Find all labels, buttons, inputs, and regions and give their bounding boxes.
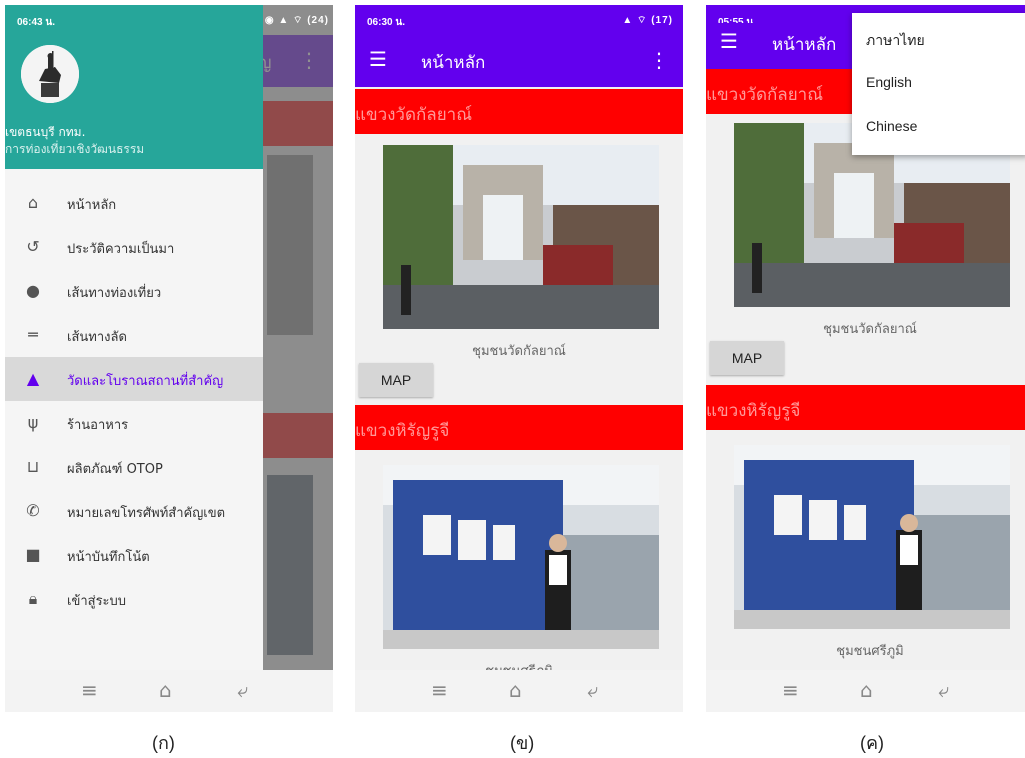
history-icon: ↺ — [26, 237, 40, 256]
hamburger-menu-icon[interactable]: ☰ — [720, 31, 738, 51]
back-nav-icon[interactable]: ⤶ — [237, 678, 248, 702]
app-title: หน้าหลัก — [421, 53, 486, 72]
menu-item-label: วัดและโบราณสถานที่สำคัญ — [67, 374, 224, 389]
community-photo-sriphum — [734, 445, 1010, 629]
menu-item-label: เส้นทางลัด — [67, 330, 127, 345]
menu-option-chinese[interactable]: Chinese — [852, 105, 1025, 149]
phone-screen-home: 06:30 น. ▲ ⌔ (17) ☰ หน้าหลัก ⋮ แขวงวัดกั… — [355, 5, 683, 712]
drawer-header: 06:43 น. เขตธนบุรี กทม. การท่องเที่ยวเชิ… — [5, 5, 263, 169]
menu-nav-icon[interactable]: ≡ — [431, 678, 448, 702]
status-time: 06:30 น. — [367, 17, 405, 28]
home-nav-icon[interactable]: ⌂ — [860, 678, 873, 702]
note-icon: ■ — [25, 545, 41, 564]
system-nav-bar: ≡ ⌂ ⤶ — [706, 670, 1025, 712]
menu-item-label: เส้นทางท่องเที่ยว — [67, 286, 162, 301]
community-photo-wat-kalaya — [383, 145, 659, 329]
section-header: แขวงหิรัญรูจี — [355, 405, 683, 450]
location-pin-icon: ● — [26, 281, 40, 300]
menu-nav-icon[interactable]: ≡ — [81, 678, 98, 702]
menu-option-label: ภาษาไทย — [866, 32, 925, 48]
app-bar: ☰ หน้าหลัก ⋮ — [355, 35, 683, 87]
system-nav-bar: ≡ ⌂ ⤶ — [355, 670, 683, 712]
avatar — [21, 45, 79, 103]
menu-option-label: Chinese — [866, 118, 918, 134]
photo-caption: ชุมชนศรีภูมิ — [836, 644, 904, 659]
phone-screen-language-menu: 05:55 น. ☰ หน้าหลัก แขวงวัดกัลยาณ์ ชุมชน… — [706, 5, 1025, 712]
status-icons-text: ◉ ▲ ⌔ (24) — [264, 15, 329, 26]
menu-item-shortcut[interactable]: ═ เส้นทางลัด — [5, 313, 263, 357]
hamburger-menu-icon[interactable]: ☰ — [369, 49, 387, 69]
section-header: แขวงวัดกัลยาณ์ — [355, 89, 683, 134]
drawer-subtitle: การท่องเที่ยวเชิงวัฒนธรรม — [5, 142, 145, 156]
panel-label-c: (ค) — [860, 733, 885, 753]
menu-nav-icon[interactable]: ≡ — [782, 678, 799, 702]
language-menu: ภาษาไทย English Chinese — [852, 13, 1025, 155]
navigation-drawer: 06:43 น. เขตธนบุรี กทม. การท่องเที่ยวเชิ… — [5, 5, 263, 670]
panel-label-a: (ก) — [152, 733, 175, 753]
status-icons: ▲ ⌔ (17) — [622, 15, 673, 26]
menu-item-label: หน้าบันทึกโน้ต — [67, 550, 150, 565]
phone-icon: ✆ — [26, 501, 40, 520]
menu-item-label: ประวัติความเป็นมา — [67, 242, 175, 257]
menu-item-label: หมายเลขโทรศัพท์สำคัญเขต — [67, 506, 226, 521]
back-nav-icon[interactable]: ⤶ — [587, 678, 598, 702]
menu-option-english[interactable]: English — [852, 61, 1025, 105]
menu-item-login[interactable]: 🔒︎ เข้าสู่ระบบ — [5, 577, 263, 621]
menu-item-home[interactable]: ⌂ หน้าหลัก — [5, 181, 263, 225]
home-nav-icon[interactable]: ⌂ — [509, 678, 522, 702]
section-title: แขวงหิรัญรูจี — [706, 401, 801, 421]
home-icon: ⌂ — [27, 193, 39, 212]
menu-item-label: ผลิตภัณฑ์ OTOP — [67, 462, 163, 477]
shortcut-icon: ═ — [28, 325, 38, 344]
section-title: แขวงวัดกัลยาณ์ — [355, 105, 472, 125]
map-button[interactable]: MAP — [359, 363, 433, 397]
lock-icon: 🔒︎ — [28, 589, 38, 608]
back-nav-icon[interactable]: ⤶ — [938, 678, 949, 702]
status-bar: 06:30 น. ▲ ⌔ (17) — [355, 5, 683, 35]
status-time: 06:43 น. — [17, 17, 55, 28]
menu-item-label: หน้าหลัก — [67, 198, 117, 213]
map-button[interactable]: MAP — [710, 341, 784, 375]
photo-caption: ชุมชนวัดกัลยาณ์ — [472, 344, 566, 359]
section-title: แขวงหิรัญรูจี — [355, 421, 450, 441]
phone-screen-drawer: ัญ ⋮ 06:43 น. เขตธนบุรี กทม. การท่อง — [5, 5, 333, 712]
menu-item-routes[interactable]: ● เส้นทางท่องเที่ยว — [5, 269, 263, 313]
menu-item-history[interactable]: ↺ ประวัติความเป็นมา — [5, 225, 263, 269]
section-title: แขวงวัดกัลยาณ์ — [706, 85, 823, 105]
restaurant-icon: ψ — [27, 413, 39, 432]
basket-icon: ⊔ — [26, 457, 40, 476]
menu-option-thai[interactable]: ภาษาไทย — [852, 17, 1025, 61]
menu-item-phone[interactable]: ✆ หมายเลขโทรศัพท์สำคัญเขต — [5, 489, 263, 533]
community-photo-sriphum — [383, 465, 659, 649]
menu-item-label: เข้าสู่ระบบ — [67, 594, 127, 609]
system-nav-bar: ≡ ⌂ ⤶ — [5, 670, 333, 712]
photo-caption: ชุมชนวัดกัลยาณ์ — [823, 322, 917, 337]
overflow-menu-icon[interactable]: ⋮ — [649, 48, 669, 72]
status-bar: 06:43 น. — [5, 5, 263, 35]
menu-option-label: English — [866, 74, 912, 90]
drawer-scrim[interactable] — [263, 5, 333, 670]
section-header: แขวงหิรัญรูจี — [706, 385, 1025, 430]
temple-icon: ▲ — [26, 369, 40, 388]
menu-item-label: ร้านอาหาร — [67, 418, 129, 433]
app-title: หน้าหลัก — [772, 35, 837, 54]
panel-label-b: (ข) — [510, 733, 535, 753]
status-icons: ◉ ▲ ⌔ (24) — [263, 5, 333, 35]
menu-item-restaurant[interactable]: ψ ร้านอาหาร — [5, 401, 263, 445]
menu-item-temples[interactable]: ▲ วัดและโบราณสถานที่สำคัญ — [5, 357, 263, 401]
menu-item-notes[interactable]: ■ หน้าบันทึกโน้ต — [5, 533, 263, 577]
menu-item-otop[interactable]: ⊔ ผลิตภัณฑ์ OTOP — [5, 445, 263, 489]
home-nav-icon[interactable]: ⌂ — [159, 678, 172, 702]
